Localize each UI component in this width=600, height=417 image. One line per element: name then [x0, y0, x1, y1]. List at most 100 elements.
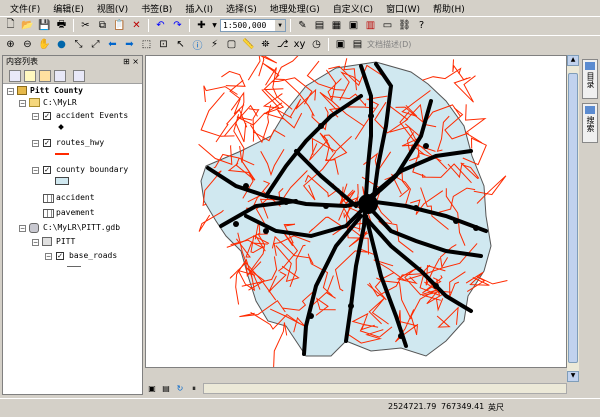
collapse-icon[interactable]: −: [32, 167, 39, 174]
layer-accident-events[interactable]: accident Events: [56, 111, 128, 121]
menu-geoprocessing[interactable]: 地理处理(G): [270, 2, 320, 15]
list-by-source-icon[interactable]: [24, 69, 36, 82]
full-extent-icon[interactable]: ●: [54, 37, 69, 52]
menu-help[interactable]: 帮助(H): [433, 2, 465, 15]
layer-routes-hwy[interactable]: routes_hwy: [56, 138, 104, 148]
create-viewer-icon[interactable]: ▣: [333, 37, 348, 52]
back-extent-icon[interactable]: ⬅: [105, 37, 120, 52]
editor-toolbar-icon[interactable]: ✎: [295, 18, 310, 33]
layer-visibility-checkbox[interactable]: ✓: [43, 112, 51, 120]
zoom-in-icon[interactable]: ⊕: [3, 37, 18, 52]
list-by-selection-icon[interactable]: [54, 69, 66, 82]
refresh-icon[interactable]: ↻: [175, 384, 185, 394]
map-canvas[interactable]: [146, 39, 566, 371]
collapse-icon[interactable]: −: [32, 239, 39, 246]
forward-extent-icon[interactable]: ➡: [122, 37, 137, 52]
open-icon[interactable]: 📂: [20, 18, 35, 33]
whats-this-icon[interactable]: ?: [414, 18, 429, 33]
clear-selection-icon[interactable]: ⊡: [156, 37, 171, 52]
horizontal-scrollbar[interactable]: [203, 383, 567, 394]
vertical-scrollbar[interactable]: ▲ ▼: [567, 55, 579, 382]
map-view[interactable]: [145, 39, 567, 371]
new-document-icon[interactable]: 🗋: [3, 18, 18, 33]
python-window-icon[interactable]: ▭: [380, 18, 395, 33]
menu-file[interactable]: 文件(F): [10, 2, 40, 15]
table-accident[interactable]: accident: [56, 193, 95, 203]
dataset-label[interactable]: PITT: [56, 237, 75, 247]
catalog-icon[interactable]: ▦: [329, 18, 344, 33]
standard-toolbar: 🗋 📂 💾 🖶 ✂ ⧉ 📋 ✕ ↶ ↷ ✚ ▼ 1:500,000 ▼ ✎ ▤ ▦…: [0, 16, 600, 34]
collapse-icon[interactable]: −: [19, 225, 26, 232]
layer-base-roads[interactable]: base_roads: [69, 251, 117, 261]
select-features-icon[interactable]: ⬚: [139, 37, 154, 52]
layer-visibility-checkbox[interactable]: ✓: [43, 139, 51, 147]
layer-county-boundary[interactable]: county boundary: [56, 165, 128, 175]
model-builder-icon[interactable]: ⛓: [397, 18, 412, 33]
copy-icon[interactable]: ⧉: [95, 18, 110, 33]
list-by-drawing-order-icon[interactable]: [9, 69, 21, 82]
fixed-zoom-out-icon[interactable]: ⤢: [88, 37, 103, 52]
identify-icon[interactable]: ⓘ: [190, 37, 205, 52]
layer-visibility-checkbox[interactable]: ✓: [43, 166, 51, 174]
data-view-icon[interactable]: ▣: [147, 384, 157, 394]
find-icon[interactable]: ⛯: [258, 37, 273, 52]
arctoolbox-icon[interactable]: ▥: [363, 18, 378, 33]
chevron-down-icon[interactable]: ▼: [275, 20, 285, 31]
folder-icon: [29, 98, 40, 107]
cut-icon[interactable]: ✂: [78, 18, 93, 33]
options-icon[interactable]: [73, 69, 85, 82]
select-elements-icon[interactable]: ↖: [173, 37, 188, 52]
layer-visibility-checkbox[interactable]: ✓: [56, 252, 64, 260]
save-icon[interactable]: 💾: [37, 18, 52, 33]
add-data-icon[interactable]: ✚: [194, 18, 209, 33]
collapse-icon[interactable]: −: [32, 140, 39, 147]
collapse-icon[interactable]: −: [7, 88, 14, 95]
search-tab[interactable]: 搜索: [582, 103, 598, 143]
catalog-tab[interactable]: 目录: [582, 59, 598, 99]
menu-insert[interactable]: 插入(I): [185, 2, 213, 15]
html-popup-icon[interactable]: ▢: [224, 37, 239, 52]
scroll-up-icon[interactable]: ▲: [567, 55, 579, 66]
fixed-zoom-in-icon[interactable]: ⤡: [71, 37, 86, 52]
measure-icon[interactable]: 📏: [241, 37, 256, 52]
layout-view-icon[interactable]: ▤: [161, 384, 171, 394]
paste-icon[interactable]: 📋: [112, 18, 127, 33]
table-of-contents-icon[interactable]: ▤: [312, 18, 327, 33]
menu-edit[interactable]: 编辑(E): [53, 2, 84, 15]
menu-selection[interactable]: 选择(S): [226, 2, 257, 15]
time-slider-icon[interactable]: ◷: [309, 37, 324, 52]
print-icon[interactable]: 🖶: [54, 18, 69, 33]
collapse-icon[interactable]: −: [32, 113, 39, 120]
scroll-down-icon[interactable]: ▼: [567, 371, 579, 382]
table-icon: [43, 194, 54, 203]
geodatabase-label[interactable]: C:\MyLR\PITT.gdb: [43, 223, 120, 233]
find-route-icon[interactable]: ⎇: [275, 37, 290, 52]
separator: [328, 38, 329, 51]
road-segment: [203, 85, 238, 103]
pause-drawing-icon[interactable]: ⏸: [189, 384, 199, 394]
zoom-out-icon[interactable]: ⊖: [20, 37, 35, 52]
toc-toolbar: [3, 68, 142, 84]
undo-icon[interactable]: ↶: [153, 18, 168, 33]
hyperlink-icon[interactable]: ⚡: [207, 37, 222, 52]
menu-customize[interactable]: 自定义(C): [333, 2, 373, 15]
list-by-visibility-icon[interactable]: [39, 69, 51, 82]
search-window-icon[interactable]: ▣: [346, 18, 361, 33]
folder-label[interactable]: C:\MyLR: [43, 98, 77, 108]
collapse-icon[interactable]: −: [45, 253, 52, 260]
menu-bookmarks[interactable]: 书签(B): [141, 2, 172, 15]
table-pavement[interactable]: pavement: [56, 208, 95, 218]
go-to-xy-icon[interactable]: xy: [292, 37, 307, 52]
map-root-label[interactable]: Pitt County: [30, 86, 83, 96]
scroll-thumb[interactable]: [568, 73, 578, 363]
map-scale-combobox[interactable]: 1:500,000 ▼: [220, 19, 286, 32]
point-symbol-icon: [58, 124, 64, 130]
pan-icon[interactable]: ✋: [37, 37, 52, 52]
toc-pin-close-icon[interactable]: ⊞ ×: [123, 56, 139, 68]
redo-icon[interactable]: ↷: [170, 18, 185, 33]
delete-icon[interactable]: ✕: [129, 18, 144, 33]
menu-view[interactable]: 视图(V): [97, 2, 128, 15]
dropdown-arrow-icon[interactable]: ▼: [211, 18, 218, 33]
menu-windows[interactable]: 窗口(W): [386, 2, 420, 15]
collapse-icon[interactable]: −: [19, 100, 26, 107]
